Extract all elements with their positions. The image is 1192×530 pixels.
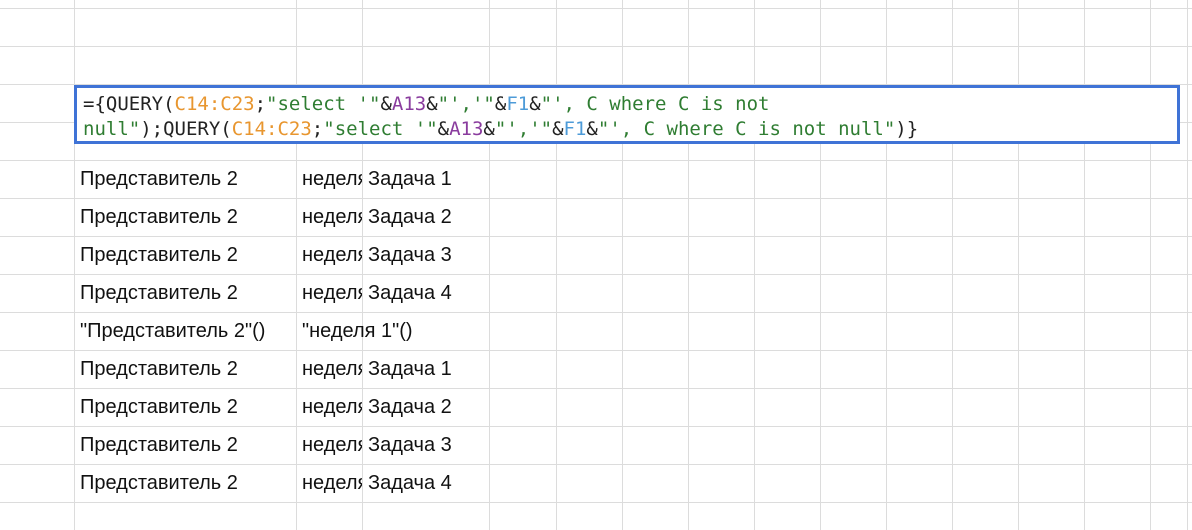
cell-column-c[interactable]: Задача 4 [368,274,489,312]
cell-column-a[interactable]: Представитель 2 [80,198,296,236]
cell-column-a[interactable]: "Представитель 2"() [80,312,296,350]
grid-line-vertical [688,0,689,530]
formula-token-str: "','" [494,118,553,140]
formula-token-str: "', C where C is not null" [597,118,896,140]
formula-token-plain: )} [895,118,919,140]
cell-column-c[interactable]: Задача 3 [368,236,489,274]
cell-column-a[interactable]: Представитель 2 [80,160,296,198]
grid-line-vertical [952,0,953,530]
formula-token-str: null" [83,118,141,140]
formula-token-str: "select '" [323,118,438,140]
formula-token-plain: & [552,118,564,140]
grid-line-vertical [1018,0,1019,530]
cell-column-c[interactable]: Задача 1 [368,160,489,198]
cell-column-a[interactable]: Представитель 2 [80,426,296,464]
grid-line-horizontal [0,46,1192,47]
formula-token-plain: & [483,118,495,140]
grid-line-vertical [1187,0,1188,530]
cell-column-b[interactable]: неделя 1 [302,388,362,426]
grid-line-vertical [820,0,821,530]
grid-line-vertical [362,0,363,530]
cell-column-b[interactable]: неделя 1 [302,464,362,502]
cell-column-a[interactable]: Представитель 2 [80,388,296,426]
formula-token-plain: ; [254,93,267,115]
cell-column-a[interactable]: Представитель 2 [80,274,296,312]
formula-token-plain: & [586,118,598,140]
formula-token-plain: & [529,93,541,115]
grid-line-vertical [74,0,75,530]
formula-token-plain: );QUERY( [140,118,232,140]
formula-token-str: "', C where C is not [540,93,770,115]
grid-line-vertical [622,0,623,530]
formula-token-str: "','" [437,93,495,115]
spreadsheet-grid[interactable]: Представитель 2неделя 1Задача 1Представи… [0,0,1192,530]
grid-line-vertical [489,0,490,530]
formula-token-plain: & [426,93,438,115]
formula-token-ref3: F1 [506,93,530,115]
cell-column-c[interactable]: Задача 4 [368,464,489,502]
grid-line-vertical [1084,0,1085,530]
cell-column-c[interactable]: Задача 3 [368,426,489,464]
cell-column-b[interactable]: неделя 1 [302,236,362,274]
formula-token-plain: ; [311,118,324,140]
cell-column-c[interactable] [368,312,489,350]
cell-column-c[interactable]: Задача 1 [368,350,489,388]
cell-column-b[interactable]: неделя 1 [302,198,362,236]
cell-column-b[interactable]: неделя 1 [302,426,362,464]
formula-token-ref1: C14:C23 [174,93,255,115]
formula-token-ref1: C14:C23 [231,118,312,140]
formula-token-str: "select '" [266,93,381,115]
formula-editor[interactable]: ={QUERY(C14:C23;"select '"&A13&"','"&F1&… [74,85,1180,144]
cell-column-b[interactable]: неделя 1 [302,350,362,388]
formula-token-ref3: F1 [563,118,587,140]
formula-token-ref2: A13 [391,93,427,115]
cell-column-a[interactable]: Представитель 2 [80,464,296,502]
cell-column-b[interactable]: неделя 1 [302,160,362,198]
grid-line-vertical [886,0,887,530]
formula-token-ref2: A13 [449,118,484,140]
formula-token-plain: ={QUERY( [83,93,175,115]
grid-line-vertical [296,0,297,530]
cell-column-a[interactable]: Представитель 2 [80,350,296,388]
formula-token-plain: & [437,118,450,140]
formula-token-plain: & [380,93,392,115]
cell-column-a[interactable]: Представитель 2 [80,236,296,274]
grid-line-vertical [1150,0,1151,530]
grid-line-horizontal [0,502,1192,503]
grid-line-horizontal [0,8,1192,9]
cell-column-c[interactable]: Задача 2 [368,198,489,236]
cell-column-c[interactable]: Задача 2 [368,388,489,426]
cell-column-b[interactable]: неделя 1 [302,274,362,312]
grid-line-vertical [754,0,755,530]
formula-token-plain: & [494,93,507,115]
grid-line-vertical [556,0,557,530]
